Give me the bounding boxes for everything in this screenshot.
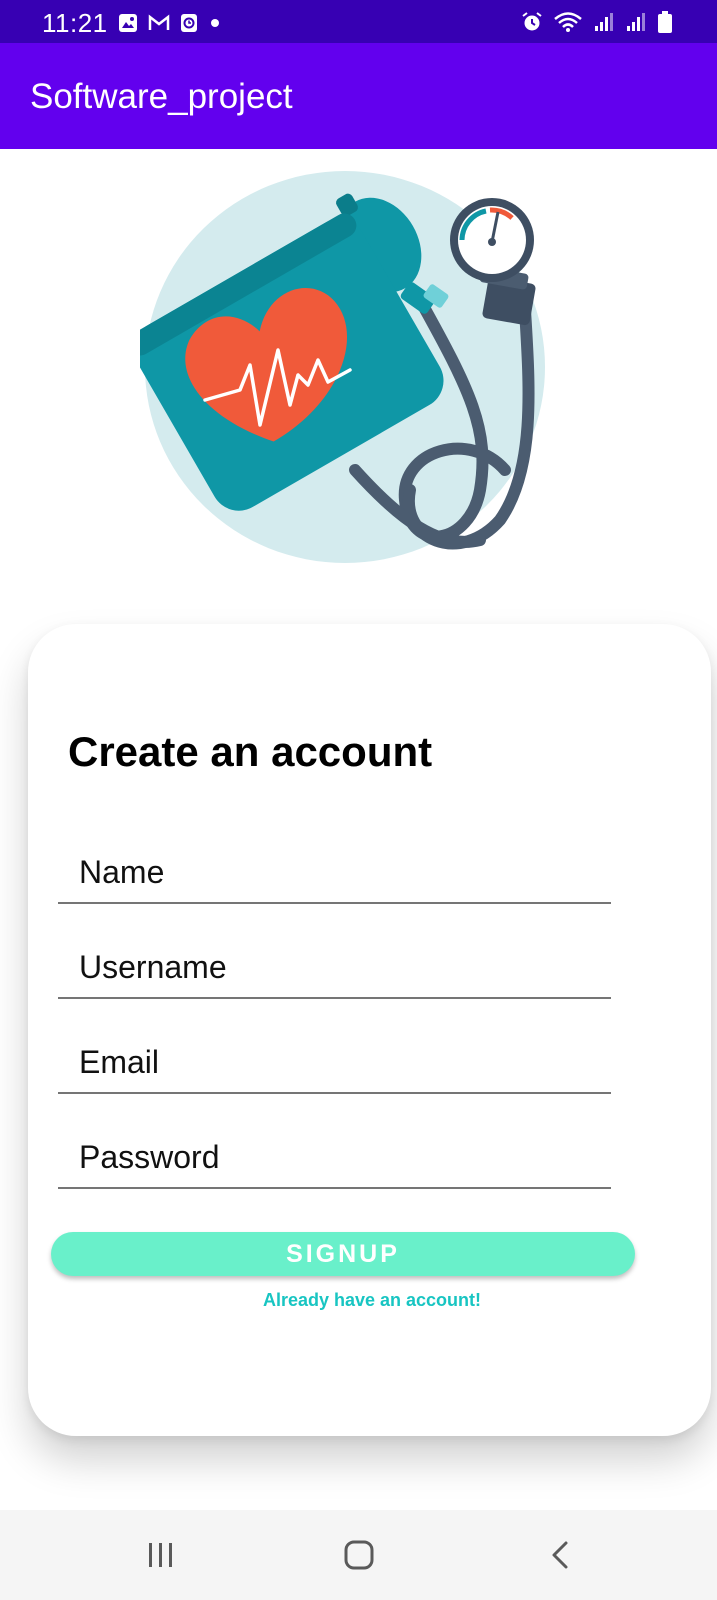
signal-icon [625, 12, 647, 37]
signup-button[interactable]: SIGNUP [51, 1232, 635, 1276]
blood-pressure-illustration [127, 170, 560, 580]
password-field[interactable]: Password [58, 1139, 611, 1189]
name-field[interactable]: Name [58, 854, 611, 904]
dot-icon [208, 16, 222, 35]
login-link[interactable]: Already have an account! [0, 1290, 717, 1311]
status-bar: 11:21 [0, 0, 717, 43]
signup-button-label: SIGNUP [286, 1239, 400, 1268]
email-field[interactable]: Email [58, 1044, 611, 1094]
username-placeholder: Username [79, 949, 227, 985]
email-placeholder: Email [79, 1044, 160, 1080]
form-title: Create an account [68, 728, 433, 775]
clock-app-icon [180, 13, 198, 38]
gallery-icon [118, 13, 138, 38]
app-title: Software_project [30, 77, 293, 116]
home-icon[interactable] [343, 1540, 375, 1575]
app-bar: Software_project [0, 43, 717, 149]
username-field[interactable]: Username [58, 949, 611, 999]
alarm-icon [521, 11, 543, 38]
signal-icon [593, 12, 615, 37]
battery-icon [657, 10, 673, 39]
password-placeholder: Password [79, 1139, 220, 1175]
back-icon[interactable] [548, 1540, 572, 1575]
wifi-icon [553, 11, 583, 38]
gmail-icon [148, 14, 170, 37]
recents-icon[interactable] [145, 1540, 177, 1575]
name-placeholder: Name [79, 854, 165, 890]
status-time: 11:21 [42, 8, 108, 38]
navigation-bar [0, 1510, 717, 1600]
